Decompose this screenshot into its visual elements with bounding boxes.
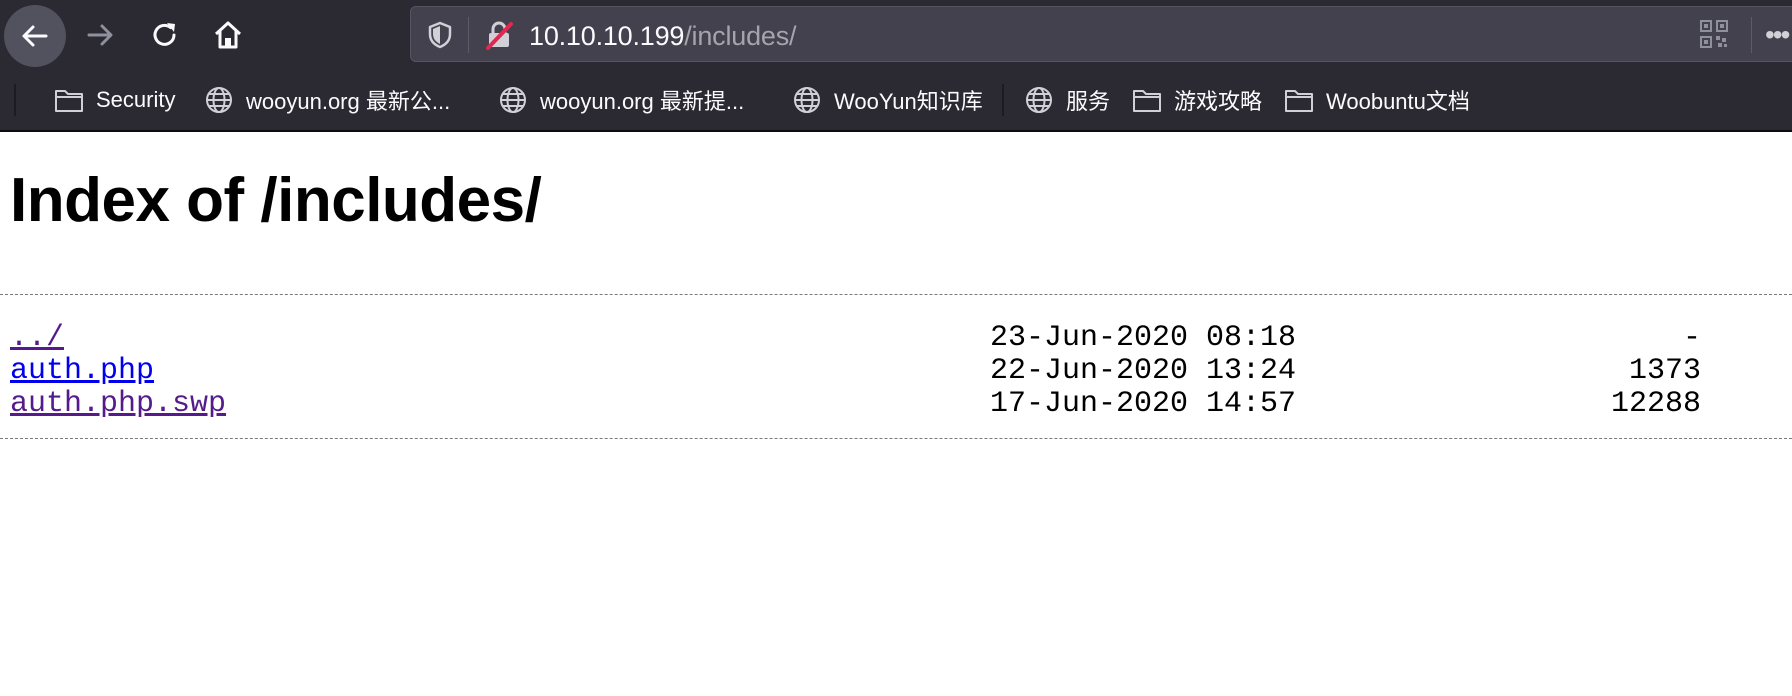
globe-icon xyxy=(500,87,526,113)
parent-directory-link[interactable]: ../ xyxy=(10,322,64,355)
folder-icon xyxy=(1133,90,1161,112)
file-date: 22-Jun-2020 13:24 xyxy=(990,354,1297,388)
url-separator xyxy=(468,17,469,53)
divider-top xyxy=(0,294,1792,295)
folder-icon xyxy=(55,90,83,112)
bookmark-security[interactable]: Security xyxy=(54,70,175,130)
bookmarks-toolbar: Security wooyun.org 最新公... wooyun.org 最新… xyxy=(0,70,1792,132)
bookmark-wooyun-latest-public[interactable]: wooyun.org 最新公... xyxy=(204,70,450,130)
bookmark-label: Security xyxy=(96,87,176,112)
arrow-right-icon xyxy=(87,24,113,46)
bookmark-label: Woobuntu文档 xyxy=(1326,89,1470,114)
home-icon xyxy=(214,21,242,49)
bookmark-label: wooyun.org 最新公... xyxy=(246,89,451,114)
url-host: 10.10.10.199 xyxy=(529,21,685,51)
insecure-lock-icon[interactable] xyxy=(483,19,515,51)
tracking-protection-icon[interactable] xyxy=(425,20,455,50)
file-date: 23-Jun-2020 08:18 xyxy=(990,321,1297,355)
bookmarks-separator xyxy=(1002,84,1004,116)
bookmarks-separator xyxy=(14,84,16,116)
file-size: 12288 xyxy=(1610,387,1701,421)
bookmark-wooyun-latest-submit[interactable]: wooyun.org 最新提... xyxy=(498,70,744,130)
globe-icon xyxy=(206,87,232,113)
bookmark-game-guides[interactable]: 游戏攻略 xyxy=(1132,70,1262,130)
globe-icon xyxy=(1026,87,1052,113)
bookmark-woobuntu-docs[interactable]: Woobuntu文档 xyxy=(1284,70,1470,130)
file-size: - xyxy=(1682,321,1701,355)
reload-icon xyxy=(153,23,176,46)
file-link-auth-php-swp[interactable]: auth.php.swp xyxy=(10,388,226,421)
home-button[interactable] xyxy=(198,5,258,65)
file-size: 1373 xyxy=(1628,354,1701,388)
bookmark-label: WooYun知识库 xyxy=(834,89,983,114)
back-button[interactable] xyxy=(4,5,66,67)
file-date: 17-Jun-2020 14:57 xyxy=(990,387,1297,421)
folder-icon xyxy=(1285,90,1313,112)
listing-row: auth.php.swp 17-Jun-2020 14:57 12288 xyxy=(10,388,1792,421)
globe-icon xyxy=(794,87,820,113)
page-title: Index of /includes/ xyxy=(10,166,542,235)
url-bar[interactable]: 10.10.10.199/includes/ ••• xyxy=(410,6,1792,62)
url-actions-separator xyxy=(1751,17,1752,53)
forward-button[interactable] xyxy=(70,5,130,65)
file-link-auth-php[interactable]: auth.php xyxy=(10,355,154,388)
listing-row: auth.php 22-Jun-2020 13:24 1373 xyxy=(10,355,1792,388)
qr-code-icon[interactable] xyxy=(1699,19,1731,51)
browser-toolbar: 10.10.10.199/includes/ ••• xyxy=(0,0,1792,70)
directory-listing: ../ 23-Jun-2020 08:18 - auth.php 22-Jun-… xyxy=(10,322,1792,421)
listing-row: ../ 23-Jun-2020 08:18 - xyxy=(10,322,1792,355)
arrow-left-icon xyxy=(22,25,48,47)
reload-button[interactable] xyxy=(135,5,195,65)
bookmark-label: 服务 xyxy=(1066,89,1111,114)
divider-bottom xyxy=(0,438,1792,439)
url-path: /includes/ xyxy=(684,21,797,51)
bookmark-label: 游戏攻略 xyxy=(1174,89,1263,114)
bookmark-label: wooyun.org 最新提... xyxy=(540,89,745,114)
page-content: Index of /includes/ ../ 23-Jun-2020 08:1… xyxy=(0,132,1792,696)
bookmark-services[interactable]: 服务 xyxy=(1024,70,1110,130)
bookmark-wooyun-knowledge[interactable]: WooYun知识库 xyxy=(792,70,983,130)
url-text[interactable]: 10.10.10.199/includes/ xyxy=(529,21,797,51)
page-actions-menu-icon[interactable]: ••• xyxy=(1765,17,1792,53)
